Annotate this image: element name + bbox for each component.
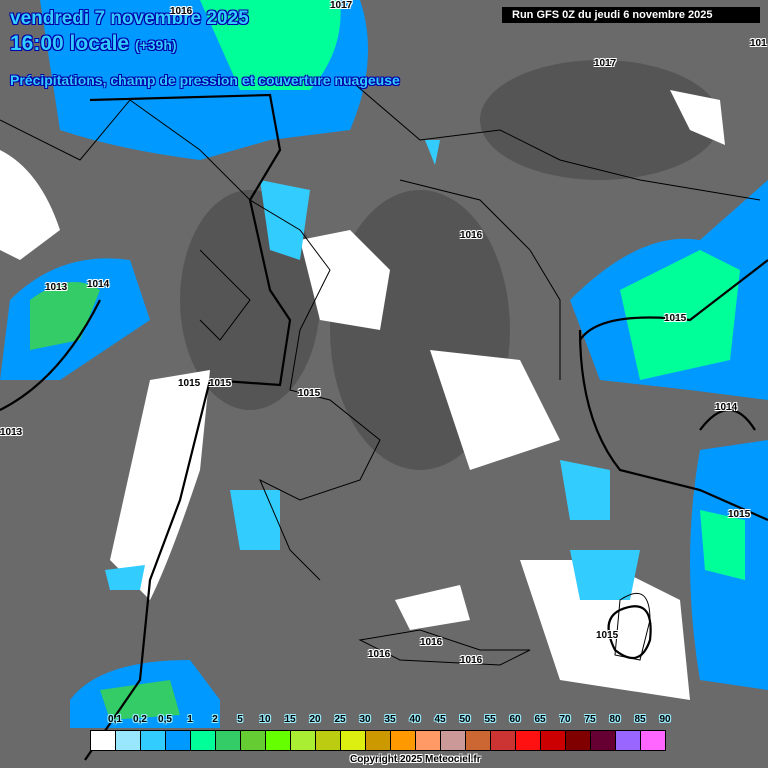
legend-label: 70: [559, 714, 571, 725]
legend-label: 45: [434, 714, 446, 725]
pressure-label: 1013: [45, 282, 68, 293]
legend-label: 0,1: [108, 714, 122, 725]
legend-swatch: [641, 731, 665, 750]
weather-map: vendredi 7 novembre 2025 16:00 locale (+…: [0, 0, 768, 768]
legend-swatch: [291, 731, 316, 750]
legend-swatch: [241, 731, 266, 750]
pressure-label: 1017: [330, 0, 353, 11]
legend-swatch: [616, 731, 641, 750]
legend-label: 5: [237, 714, 243, 725]
pressure-label: 1016: [170, 6, 193, 17]
pressure-label: 1015: [298, 388, 321, 399]
pressure-label: 1014: [87, 279, 110, 290]
legend-swatch: [516, 731, 541, 750]
legend-swatch: [391, 731, 416, 750]
pressure-label: 1016: [460, 655, 483, 666]
legend-label: 25: [334, 714, 346, 725]
legend-label: 30: [359, 714, 371, 725]
legend-label: 80: [609, 714, 621, 725]
legend-label: 40: [409, 714, 421, 725]
pressure-label: 1015: [596, 630, 619, 641]
legend-swatch: [591, 731, 616, 750]
pressure-label: 1017: [594, 58, 617, 69]
run-info: Run GFS 0Z du jeudi 6 novembre 2025: [502, 7, 760, 23]
pressure-label: 1014: [715, 402, 738, 413]
pressure-label: 1015: [178, 378, 201, 389]
forecast-date: vendredi 7 novembre 2025: [10, 8, 249, 29]
legend-swatch: [341, 731, 366, 750]
legend-swatch: [416, 731, 441, 750]
legend-label: 15: [284, 714, 296, 725]
legend-swatch: [566, 731, 591, 750]
legend-label: 55: [484, 714, 496, 725]
legend-swatch: [441, 731, 466, 750]
legend-label: 10: [259, 714, 271, 725]
legend-swatch: [366, 731, 391, 750]
local-time: 16:00 locale: [10, 32, 130, 55]
legend-swatch: [116, 731, 141, 750]
legend-label: 65: [534, 714, 546, 725]
map-subtitle: Précipitations, champ de pression et cou…: [10, 72, 400, 88]
pressure-label: 1016: [420, 637, 443, 648]
pressure-label: 1015: [728, 509, 751, 520]
legend-label: 85: [634, 714, 646, 725]
legend-swatch: [491, 731, 516, 750]
legend-label: 20: [309, 714, 321, 725]
legend-label: 2: [212, 714, 218, 725]
pressure-label: 101: [750, 38, 767, 49]
pressure-label: 1015: [209, 378, 232, 389]
legend-label: 1: [187, 714, 193, 725]
legend-swatch: [166, 731, 191, 750]
legend-label: 90: [659, 714, 671, 725]
legend-label: 75: [584, 714, 596, 725]
legend-swatch: [316, 731, 341, 750]
copyright: Copyright 2025 Meteociel.fr: [350, 754, 481, 765]
legend-swatch: [141, 731, 166, 750]
legend-label: 50: [459, 714, 471, 725]
pressure-label: 1016: [368, 649, 391, 660]
legend-label: 0,5: [158, 714, 172, 725]
pressure-label: 1016: [460, 230, 483, 241]
legend-label: 35: [384, 714, 396, 725]
legend-swatch: [91, 731, 116, 750]
precipitation-legend: [90, 730, 666, 751]
legend-label: 0,2: [133, 714, 147, 725]
lead-time: (+39h): [134, 37, 177, 53]
legend-swatch: [466, 731, 491, 750]
pressure-label: 1015: [664, 313, 687, 324]
legend-swatch: [216, 731, 241, 750]
legend-swatch: [266, 731, 291, 750]
legend-label: 60: [509, 714, 521, 725]
forecast-time: 16:00 locale (+39h): [10, 32, 177, 56]
legend-swatch: [541, 731, 566, 750]
pressure-label: 1013: [0, 427, 23, 438]
legend-swatch: [191, 731, 216, 750]
